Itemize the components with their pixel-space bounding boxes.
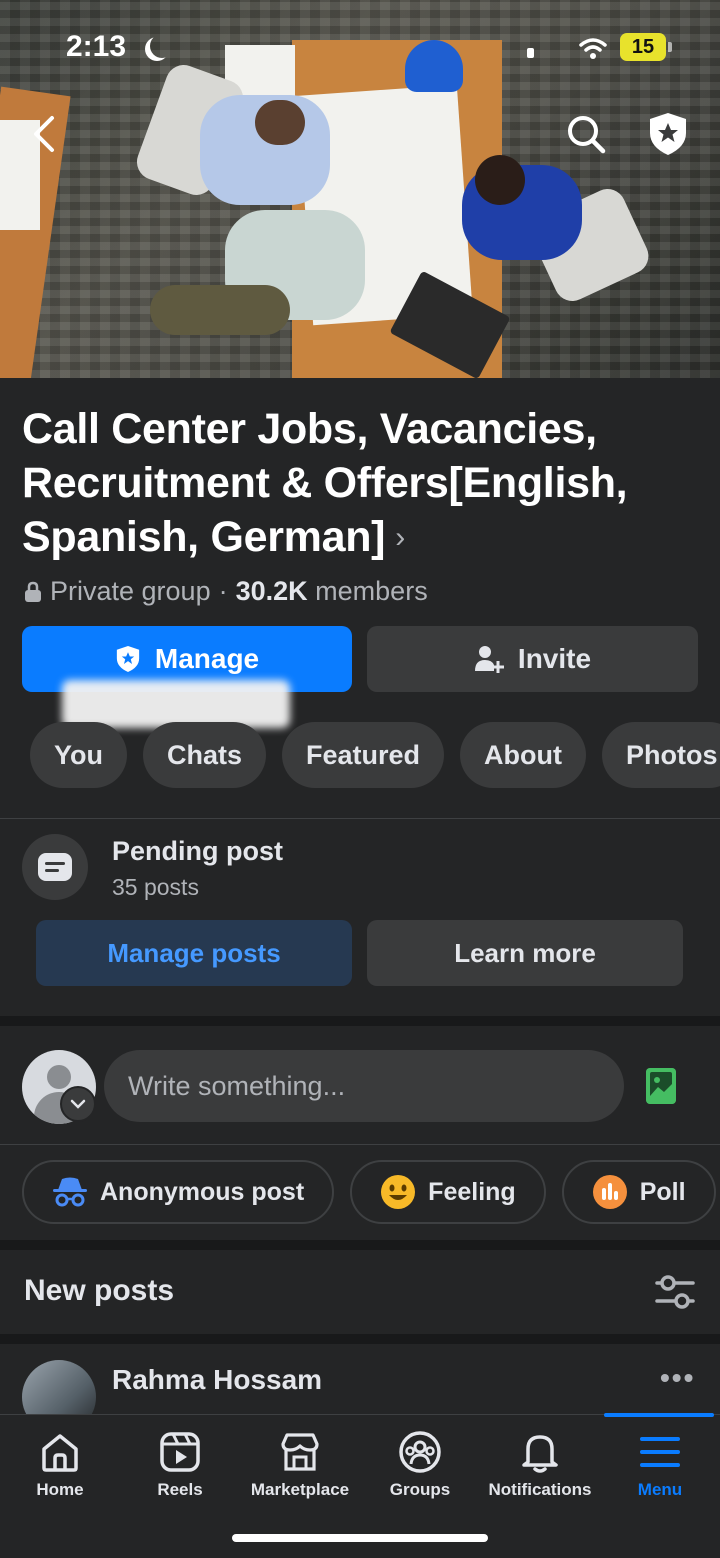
home-icon [42, 1434, 78, 1472]
avatar-head [47, 1065, 71, 1089]
group-title[interactable]: Call Center Jobs, Vacancies, Recruitment… [22, 402, 702, 565]
filter-icon[interactable] [654, 1272, 696, 1312]
photo-icon[interactable] [646, 1068, 676, 1104]
active-tab-indicator [604, 1413, 714, 1417]
nav-marketplace[interactable]: Marketplace [240, 1430, 360, 1500]
feeling-label: Feeling [428, 1177, 516, 1206]
pending-post-icon [22, 834, 88, 900]
cover-person-head [255, 100, 305, 145]
meta-separator: · [218, 576, 228, 606]
divider [0, 818, 720, 819]
add-person-icon [474, 646, 504, 673]
feeling-button[interactable]: Feeling [350, 1160, 546, 1224]
signal-icon [527, 48, 534, 58]
status-time: 2:13 [66, 30, 127, 63]
redaction-mark [62, 680, 290, 728]
poll-label: Poll [639, 1177, 686, 1206]
pending-post-count: 35 posts [112, 874, 199, 900]
members-info[interactable]: 30.2K members [236, 576, 428, 607]
nav-menu[interactable]: Menu [600, 1430, 720, 1500]
shield-star-icon [650, 113, 686, 155]
shield-star-icon [116, 646, 140, 672]
nav-notifications-label: Notifications [488, 1480, 592, 1499]
learn-more-button[interactable]: Learn more [367, 920, 683, 986]
feed-section-title: New posts [24, 1274, 175, 1307]
menu-icon [640, 1437, 680, 1467]
tab-photos[interactable]: Photos [602, 722, 720, 788]
bell-icon [522, 1435, 558, 1473]
tab-you[interactable]: You [30, 722, 127, 788]
cover-person-head [475, 155, 525, 205]
back-button[interactable] [20, 110, 68, 158]
wifi-icon [579, 38, 607, 59]
nav-groups[interactable]: Groups [360, 1430, 480, 1500]
lock-icon [25, 581, 41, 602]
group-meta: Private group · 30.2K members [24, 576, 428, 607]
nav-reels[interactable]: Reels [120, 1430, 240, 1500]
search-icon [568, 116, 606, 154]
chevron-left-icon [34, 116, 54, 152]
nav-reels-label: Reels [157, 1480, 203, 1499]
admin-tools-button[interactable] [644, 110, 692, 158]
marketplace-icon [281, 1433, 319, 1471]
section-separator [0, 1016, 720, 1026]
post-author-name[interactable]: Rahma Hossam [112, 1364, 322, 1396]
tab-chats[interactable]: Chats [143, 722, 267, 788]
reels-icon [160, 1432, 200, 1472]
battery-icon: 15 [620, 33, 672, 61]
chevron-down-icon [70, 1099, 86, 1109]
members-label: members [315, 576, 428, 606]
nav-home-label: Home [36, 1480, 84, 1499]
group-cover-photo[interactable]: 2:13 15 [0, 0, 720, 378]
group-tabs: You Chats Featured About Photos [30, 722, 720, 788]
invite-label: Invite [517, 643, 592, 674]
moon-icon [150, 34, 174, 58]
post-icon [38, 853, 72, 881]
nav-menu-label: Menu [637, 1480, 683, 1499]
invite-button[interactable]: Invite [367, 626, 698, 692]
search-button[interactable] [562, 110, 610, 158]
incognito-icon [53, 1177, 87, 1207]
members-count: 30.2K [235, 576, 308, 606]
group-name[interactable]: Call Center Jobs, Vacancies, Recruitment… [22, 405, 628, 561]
cover-hardhat [405, 40, 463, 92]
section-separator [0, 1240, 720, 1250]
groups-icon [399, 1431, 441, 1473]
divider [0, 1144, 720, 1145]
privacy-label: Private group [50, 576, 211, 606]
tab-about[interactable]: About [460, 722, 587, 788]
anonymous-post-button[interactable]: Anonymous post [22, 1160, 335, 1224]
pending-post-title: Pending post [112, 836, 283, 866]
anonymous-post-label: Anonymous post [100, 1177, 305, 1206]
more-options-icon[interactable]: ••• [660, 1362, 695, 1394]
poll-icon [592, 1175, 627, 1209]
smiley-icon [381, 1175, 416, 1209]
manage-label: Manage [154, 643, 260, 674]
tab-featured[interactable]: Featured [282, 722, 445, 788]
nav-marketplace-label: Marketplace [250, 1480, 350, 1499]
chevron-right-icon: › [395, 521, 405, 554]
composer-input[interactable]: Write something... [104, 1050, 624, 1122]
nav-home[interactable]: Home [0, 1430, 120, 1500]
poll-button[interactable]: Poll [561, 1160, 716, 1224]
nav-groups-label: Groups [389, 1480, 451, 1499]
nav-notifications[interactable]: Notifications [480, 1430, 600, 1500]
home-indicator [232, 1534, 488, 1542]
post-options: Anonymous post Feeling Poll [22, 1160, 716, 1224]
section-separator [0, 1334, 720, 1344]
profile-switch-button[interactable] [60, 1086, 96, 1122]
cover-person-legs [150, 285, 290, 335]
manage-posts-button[interactable]: Manage posts [36, 920, 352, 986]
